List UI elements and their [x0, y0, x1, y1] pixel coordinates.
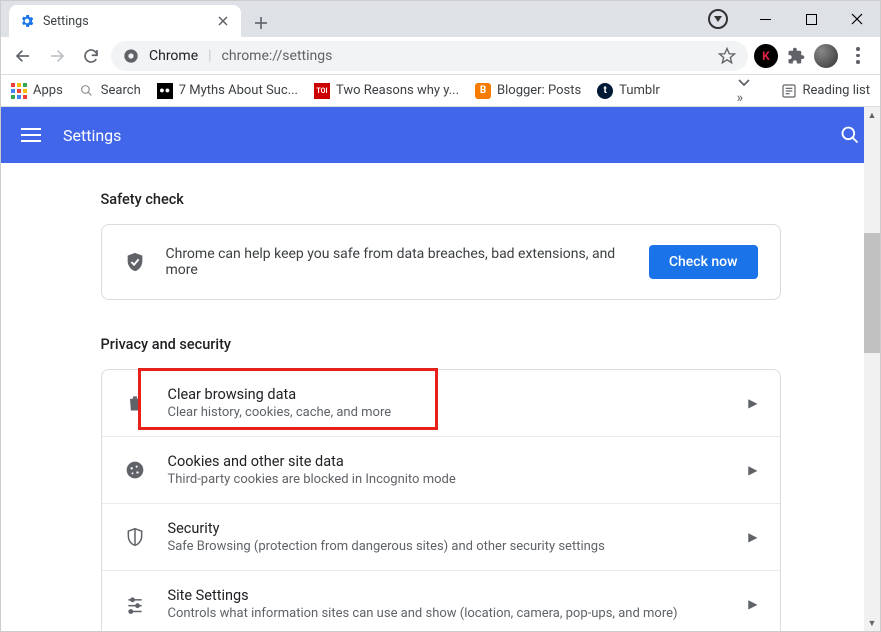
- privacy-card: Clear browsing data Clear history, cooki…: [101, 369, 781, 631]
- row-title: Security: [168, 520, 727, 537]
- tumblr-icon: t: [597, 83, 613, 99]
- gear-icon: [19, 13, 35, 29]
- back-button[interactable]: [9, 42, 37, 70]
- row-subtitle: Controls what information sites can use …: [168, 606, 727, 621]
- row-title: Site Settings: [168, 587, 727, 604]
- bookmark-star-icon[interactable]: [718, 47, 736, 65]
- bookmark-label: 7 Myths About Suc...: [179, 83, 298, 98]
- search-settings-button[interactable]: [840, 125, 860, 145]
- chevron-right-icon: ▶: [748, 530, 757, 544]
- menu-button[interactable]: [21, 128, 41, 142]
- shield-check-icon: [124, 251, 146, 273]
- incognito-indicator-icon[interactable]: [708, 9, 728, 29]
- bookmark-item[interactable]: B Blogger: Posts: [475, 83, 581, 99]
- safety-check-card: Chrome can help keep you safe from data …: [101, 224, 781, 300]
- address-bar[interactable]: Chrome | chrome://settings: [111, 41, 748, 71]
- apps-label: Apps: [33, 83, 63, 98]
- maximize-button[interactable]: [788, 1, 834, 37]
- bookmarks-bar: Apps Search ●● 7 Myths About Suc... TOI …: [1, 75, 880, 107]
- extensions-icon[interactable]: [784, 44, 808, 68]
- chevron-right-icon: ▶: [748, 463, 757, 477]
- check-now-button[interactable]: Check now: [649, 245, 758, 279]
- url-path: chrome://settings: [222, 48, 333, 64]
- row-title: Clear browsing data: [168, 386, 727, 403]
- scroll-down-icon[interactable]: ▼: [868, 615, 877, 631]
- reading-list-label: Reading list: [803, 83, 870, 98]
- security-row[interactable]: Security Safe Browsing (protection from …: [102, 503, 780, 570]
- row-subtitle: Clear history, cookies, cache, and more: [168, 405, 727, 420]
- browser-toolbar: Chrome | chrome://settings K: [1, 37, 880, 75]
- bookmark-label: Tumblr: [619, 83, 660, 98]
- trash-icon: [124, 393, 146, 413]
- forward-button[interactable]: [43, 42, 71, 70]
- bookmark-item[interactable]: t Tumblr: [597, 83, 660, 99]
- content-area: Safety check Chrome can help keep you sa…: [1, 163, 880, 631]
- site-info-icon[interactable]: [123, 48, 139, 64]
- row-subtitle: Safe Browsing (protection from dangerous…: [168, 539, 727, 554]
- sliders-icon: [124, 594, 146, 614]
- toi-icon: TOI: [314, 83, 330, 99]
- settings-title: Settings: [63, 126, 121, 145]
- chevron-right-icon: ▶: [748, 597, 757, 611]
- reload-button[interactable]: [77, 42, 105, 70]
- scroll-thumb[interactable]: [864, 233, 880, 353]
- row-title: Cookies and other site data: [168, 453, 727, 470]
- shield-icon: [124, 527, 146, 547]
- close-window-button[interactable]: [834, 1, 880, 37]
- reading-list-button[interactable]: Reading list: [781, 83, 870, 99]
- scroll-up-icon[interactable]: ▲: [868, 107, 877, 123]
- row-subtitle: Third-party cookies are blocked in Incog…: [168, 472, 727, 487]
- safety-check-heading: Safety check: [101, 191, 781, 208]
- site-settings-row[interactable]: Site Settings Controls what information …: [102, 570, 780, 631]
- bookmarks-overflow-button[interactable]: »: [737, 76, 751, 106]
- bookmark-label: Two Reasons why y...: [336, 83, 459, 98]
- blogger-icon: B: [475, 83, 491, 99]
- medium-icon: ●●: [157, 83, 173, 99]
- browser-tab[interactable]: Settings: [9, 5, 241, 37]
- bookmark-item[interactable]: Search: [79, 83, 141, 99]
- bookmark-item[interactable]: ●● 7 Myths About Suc...: [157, 83, 298, 99]
- search-icon: [79, 83, 95, 99]
- clear-browsing-data-row[interactable]: Clear browsing data Clear history, cooki…: [102, 370, 780, 436]
- minimize-button[interactable]: [742, 1, 788, 37]
- safety-check-text: Chrome can help keep you safe from data …: [166, 246, 629, 278]
- cookie-icon: [124, 460, 146, 480]
- window-titlebar: Settings: [1, 1, 880, 37]
- page-scrollbar[interactable]: ▲ ▼: [864, 107, 880, 631]
- close-tab-button[interactable]: [215, 13, 231, 29]
- window-controls: [708, 1, 880, 37]
- reading-list-icon: [781, 83, 797, 99]
- profile-avatar[interactable]: [814, 44, 838, 68]
- bookmark-item[interactable]: TOI Two Reasons why y...: [314, 83, 459, 99]
- chevron-right-icon: ▶: [748, 396, 757, 410]
- cookies-row[interactable]: Cookies and other site data Third-party …: [102, 436, 780, 503]
- settings-header: Settings: [1, 107, 880, 163]
- apps-shortcut[interactable]: Apps: [11, 83, 63, 99]
- url-host: Chrome: [149, 48, 198, 64]
- chrome-menu-button[interactable]: [844, 42, 872, 70]
- extension-k-icon[interactable]: K: [754, 44, 778, 68]
- new-tab-button[interactable]: [247, 9, 275, 37]
- content-scroll[interactable]: Safety check Chrome can help keep you sa…: [1, 163, 880, 631]
- apps-icon: [11, 83, 27, 99]
- tab-title: Settings: [43, 14, 89, 29]
- bookmark-label: Search: [101, 83, 141, 98]
- privacy-heading: Privacy and security: [101, 336, 781, 353]
- bookmark-label: Blogger: Posts: [497, 83, 581, 98]
